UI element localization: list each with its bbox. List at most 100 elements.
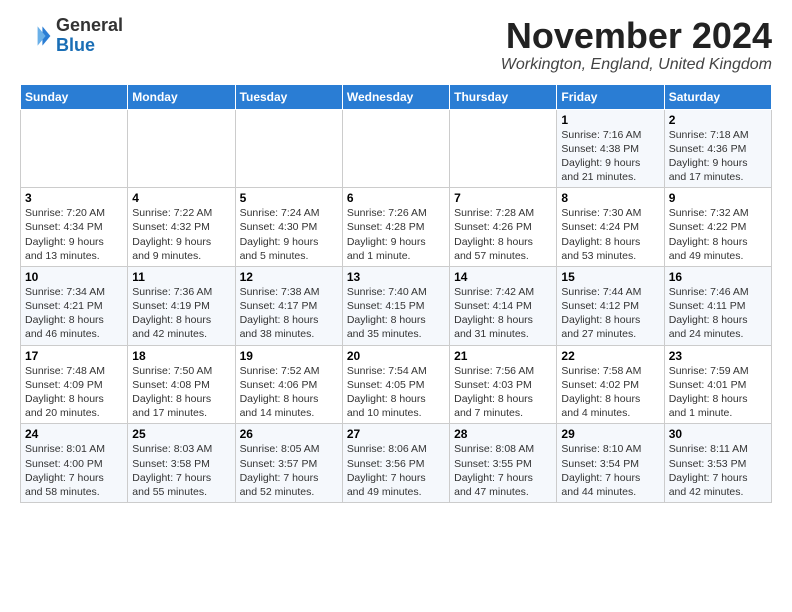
day-number: 24 [25,427,123,441]
day-number: 12 [240,270,338,284]
day-number: 1 [561,113,659,127]
day-info: Sunrise: 8:05 AM Sunset: 3:57 PM Dayligh… [240,442,338,499]
calendar-cell: 27Sunrise: 8:06 AM Sunset: 3:56 PM Dayli… [342,424,449,503]
location: Workington, England, United Kingdom [501,56,772,74]
day-info: Sunrise: 7:42 AM Sunset: 4:14 PM Dayligh… [454,285,552,342]
day-info: Sunrise: 7:36 AM Sunset: 4:19 PM Dayligh… [132,285,230,342]
day-number: 26 [240,427,338,441]
calendar-cell: 20Sunrise: 7:54 AM Sunset: 4:05 PM Dayli… [342,345,449,424]
calendar-cell: 17Sunrise: 7:48 AM Sunset: 4:09 PM Dayli… [21,345,128,424]
calendar-cell [235,109,342,188]
calendar-cell: 6Sunrise: 7:26 AM Sunset: 4:28 PM Daylig… [342,188,449,267]
calendar-cell: 4Sunrise: 7:22 AM Sunset: 4:32 PM Daylig… [128,188,235,267]
day-number: 19 [240,349,338,363]
day-info: Sunrise: 8:01 AM Sunset: 4:00 PM Dayligh… [25,442,123,499]
title-block: November 2024 Workington, England, Unite… [501,16,772,74]
day-info: Sunrise: 8:10 AM Sunset: 3:54 PM Dayligh… [561,442,659,499]
day-number: 6 [347,191,445,205]
day-info: Sunrise: 7:26 AM Sunset: 4:28 PM Dayligh… [347,206,445,263]
calendar-cell: 25Sunrise: 8:03 AM Sunset: 3:58 PM Dayli… [128,424,235,503]
day-number: 22 [561,349,659,363]
calendar-cell: 16Sunrise: 7:46 AM Sunset: 4:11 PM Dayli… [664,266,771,345]
logo: General Blue [20,16,123,56]
calendar-cell: 9Sunrise: 7:32 AM Sunset: 4:22 PM Daylig… [664,188,771,267]
calendar-cell [128,109,235,188]
calendar-cell: 7Sunrise: 7:28 AM Sunset: 4:26 PM Daylig… [450,188,557,267]
day-number: 14 [454,270,552,284]
day-info: Sunrise: 7:16 AM Sunset: 4:38 PM Dayligh… [561,128,659,185]
calendar-cell: 11Sunrise: 7:36 AM Sunset: 4:19 PM Dayli… [128,266,235,345]
calendar-header: SundayMondayTuesdayWednesdayThursdayFrid… [21,84,772,109]
day-info: Sunrise: 7:28 AM Sunset: 4:26 PM Dayligh… [454,206,552,263]
day-info: Sunrise: 7:20 AM Sunset: 4:34 PM Dayligh… [25,206,123,263]
weekday-cell: Saturday [664,84,771,109]
calendar-cell [21,109,128,188]
logo-icon [20,20,52,52]
weekday-cell: Thursday [450,84,557,109]
page: General Blue November 2024 Workington, E… [0,0,792,513]
day-info: Sunrise: 7:44 AM Sunset: 4:12 PM Dayligh… [561,285,659,342]
day-info: Sunrise: 7:32 AM Sunset: 4:22 PM Dayligh… [669,206,767,263]
day-number: 4 [132,191,230,205]
day-info: Sunrise: 7:40 AM Sunset: 4:15 PM Dayligh… [347,285,445,342]
calendar-week-row: 10Sunrise: 7:34 AM Sunset: 4:21 PM Dayli… [21,266,772,345]
day-number: 10 [25,270,123,284]
day-number: 18 [132,349,230,363]
calendar-cell: 5Sunrise: 7:24 AM Sunset: 4:30 PM Daylig… [235,188,342,267]
calendar-cell: 23Sunrise: 7:59 AM Sunset: 4:01 PM Dayli… [664,345,771,424]
calendar-cell: 26Sunrise: 8:05 AM Sunset: 3:57 PM Dayli… [235,424,342,503]
day-number: 16 [669,270,767,284]
calendar: SundayMondayTuesdayWednesdayThursdayFrid… [20,84,772,503]
day-number: 30 [669,427,767,441]
calendar-cell [450,109,557,188]
calendar-week-row: 24Sunrise: 8:01 AM Sunset: 4:00 PM Dayli… [21,424,772,503]
day-info: Sunrise: 7:58 AM Sunset: 4:02 PM Dayligh… [561,364,659,421]
calendar-cell: 24Sunrise: 8:01 AM Sunset: 4:00 PM Dayli… [21,424,128,503]
day-info: Sunrise: 7:52 AM Sunset: 4:06 PM Dayligh… [240,364,338,421]
calendar-week-row: 17Sunrise: 7:48 AM Sunset: 4:09 PM Dayli… [21,345,772,424]
day-number: 5 [240,191,338,205]
weekday-cell: Wednesday [342,84,449,109]
day-info: Sunrise: 8:03 AM Sunset: 3:58 PM Dayligh… [132,442,230,499]
day-info: Sunrise: 7:38 AM Sunset: 4:17 PM Dayligh… [240,285,338,342]
calendar-cell: 22Sunrise: 7:58 AM Sunset: 4:02 PM Dayli… [557,345,664,424]
day-info: Sunrise: 7:54 AM Sunset: 4:05 PM Dayligh… [347,364,445,421]
logo-blue: Blue [56,35,95,55]
calendar-cell: 13Sunrise: 7:40 AM Sunset: 4:15 PM Dayli… [342,266,449,345]
day-info: Sunrise: 7:56 AM Sunset: 4:03 PM Dayligh… [454,364,552,421]
day-info: Sunrise: 8:08 AM Sunset: 3:55 PM Dayligh… [454,442,552,499]
day-number: 17 [25,349,123,363]
logo-text: General Blue [56,16,123,56]
calendar-cell: 29Sunrise: 8:10 AM Sunset: 3:54 PM Dayli… [557,424,664,503]
day-number: 7 [454,191,552,205]
day-info: Sunrise: 7:34 AM Sunset: 4:21 PM Dayligh… [25,285,123,342]
calendar-cell: 10Sunrise: 7:34 AM Sunset: 4:21 PM Dayli… [21,266,128,345]
day-number: 25 [132,427,230,441]
day-number: 13 [347,270,445,284]
month-title: November 2024 [501,16,772,56]
day-info: Sunrise: 8:06 AM Sunset: 3:56 PM Dayligh… [347,442,445,499]
calendar-cell: 12Sunrise: 7:38 AM Sunset: 4:17 PM Dayli… [235,266,342,345]
weekday-cell: Monday [128,84,235,109]
day-info: Sunrise: 7:59 AM Sunset: 4:01 PM Dayligh… [669,364,767,421]
calendar-cell: 3Sunrise: 7:20 AM Sunset: 4:34 PM Daylig… [21,188,128,267]
weekday-cell: Sunday [21,84,128,109]
weekday-row: SundayMondayTuesdayWednesdayThursdayFrid… [21,84,772,109]
calendar-cell: 30Sunrise: 8:11 AM Sunset: 3:53 PM Dayli… [664,424,771,503]
day-info: Sunrise: 7:18 AM Sunset: 4:36 PM Dayligh… [669,128,767,185]
day-info: Sunrise: 7:22 AM Sunset: 4:32 PM Dayligh… [132,206,230,263]
calendar-cell: 15Sunrise: 7:44 AM Sunset: 4:12 PM Dayli… [557,266,664,345]
calendar-cell: 2Sunrise: 7:18 AM Sunset: 4:36 PM Daylig… [664,109,771,188]
weekday-cell: Friday [557,84,664,109]
weekday-cell: Tuesday [235,84,342,109]
day-info: Sunrise: 8:11 AM Sunset: 3:53 PM Dayligh… [669,442,767,499]
calendar-body: 1Sunrise: 7:16 AM Sunset: 4:38 PM Daylig… [21,109,772,502]
day-number: 3 [25,191,123,205]
day-number: 15 [561,270,659,284]
day-number: 23 [669,349,767,363]
day-number: 2 [669,113,767,127]
day-info: Sunrise: 7:48 AM Sunset: 4:09 PM Dayligh… [25,364,123,421]
day-number: 21 [454,349,552,363]
day-number: 11 [132,270,230,284]
header: General Blue November 2024 Workington, E… [20,16,772,74]
